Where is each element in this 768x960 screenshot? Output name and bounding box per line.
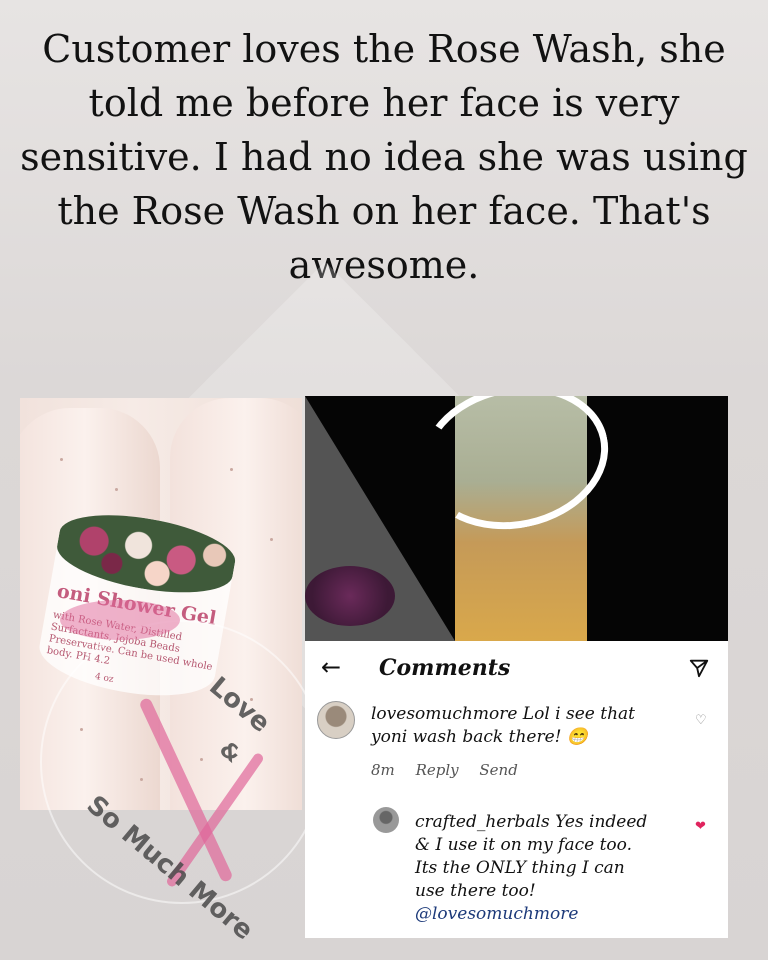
avatar[interactable] [317, 701, 355, 739]
comment-username[interactable]: lovesomuchmore [371, 704, 517, 724]
comments-panel: ← Comments lovesomuchmore Lol i see that… [305, 641, 728, 938]
comment-item: crafted_herbals Yes indeed & I use it on… [415, 811, 655, 926]
comments-title: Comments [379, 655, 511, 681]
back-arrow-icon[interactable]: ← [321, 653, 341, 681]
comment-mention-link[interactable]: @lovesomuchmore [415, 904, 578, 924]
comment-time: 8m [371, 761, 395, 779]
rose-blob [305, 566, 395, 626]
avatar[interactable] [373, 807, 399, 833]
comment-meta: 8m Reply Send [371, 761, 534, 779]
reply-button[interactable]: Reply [416, 761, 459, 779]
send-button[interactable]: Send [479, 761, 517, 779]
watermark-pink-blob [60, 600, 180, 640]
like-heart-outline-icon[interactable]: ♡ [695, 713, 707, 728]
comment-item: lovesomuchmore Lol i see that yoni wash … [371, 703, 671, 749]
send-icon[interactable] [688, 657, 710, 679]
highlight-circle-mark [407, 396, 622, 547]
video-screenshot [305, 396, 728, 641]
like-heart-filled-icon[interactable]: ❤ [695, 819, 706, 834]
caption-text: Customer loves the Rose Wash, she told m… [20, 27, 748, 287]
comment-username[interactable]: crafted_herbals [415, 812, 550, 832]
